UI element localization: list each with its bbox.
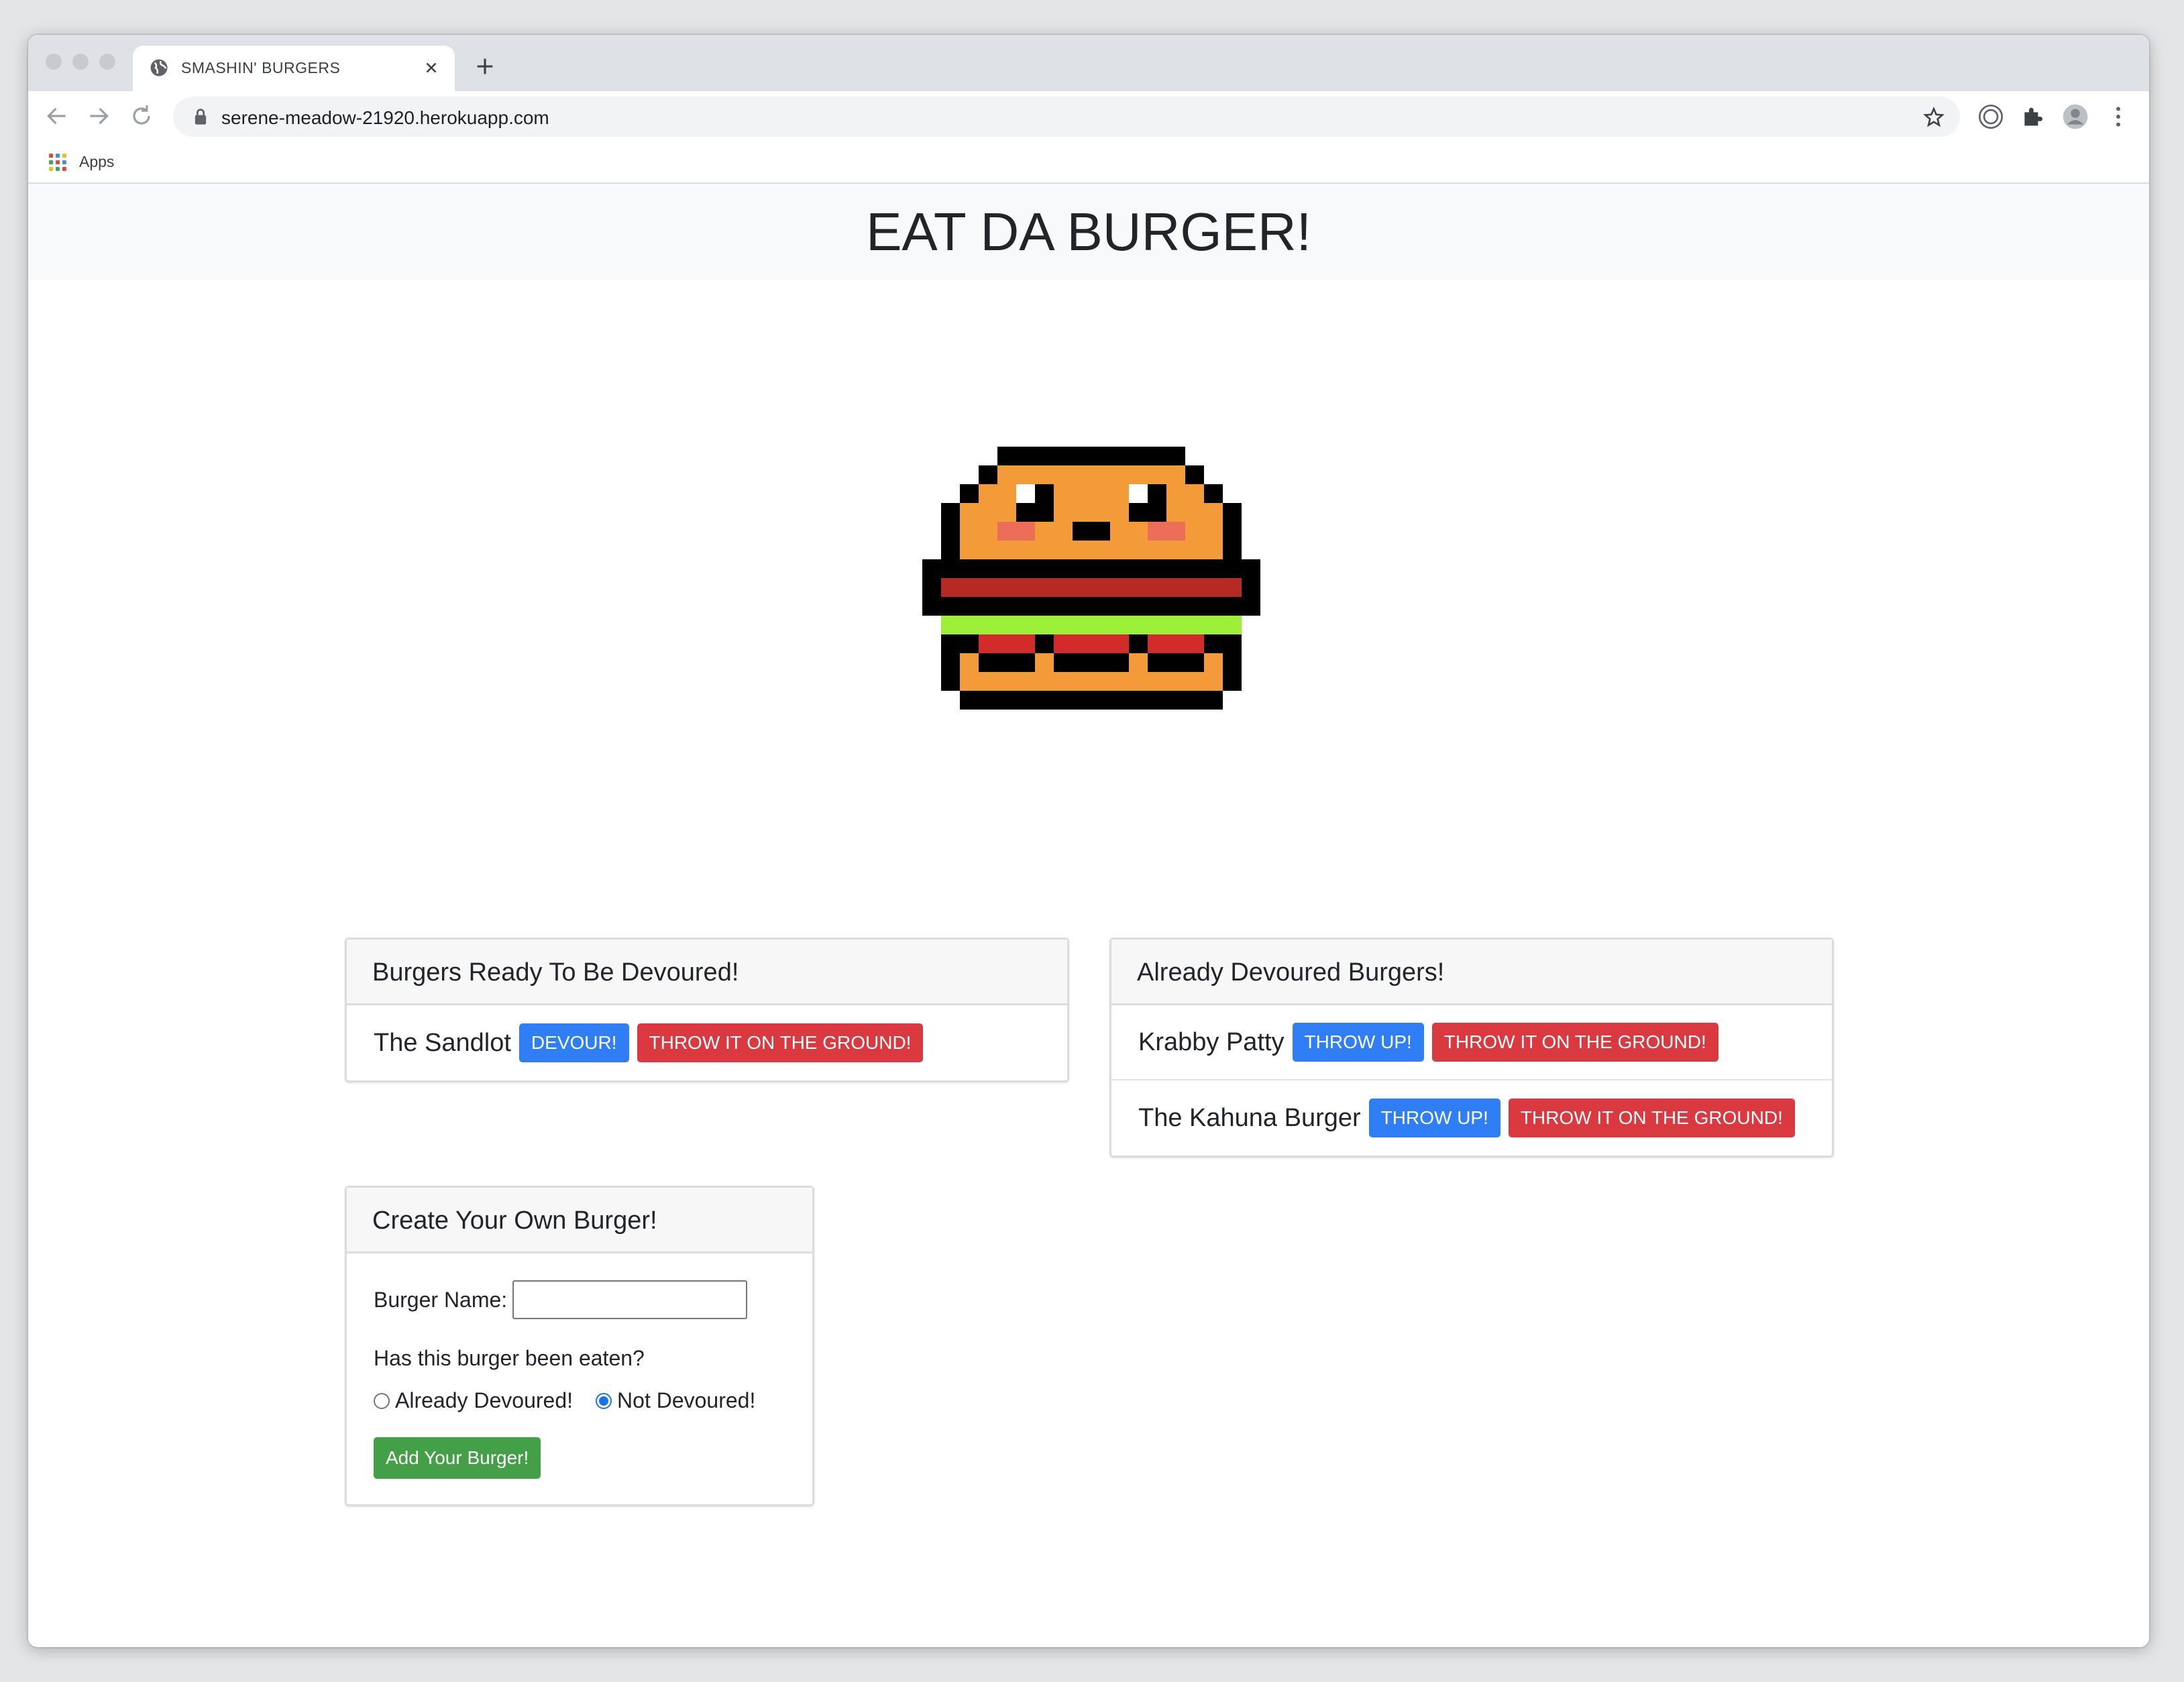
- devoured-radio[interactable]: [374, 1392, 390, 1409]
- reload-icon[interactable]: [129, 103, 154, 129]
- browser-menu-icon[interactable]: [2105, 103, 2132, 130]
- burger-name-label: Burger Name:: [374, 1287, 508, 1312]
- throw-on-ground-button[interactable]: THROW IT ON THE GROUND!: [1431, 1023, 1718, 1062]
- browser-toolbar: serene-meadow-21920.herokuapp.com: [28, 91, 2149, 141]
- maximize-window-dot[interactable]: [99, 54, 115, 70]
- submit-row: Add Your Burger!: [374, 1437, 785, 1479]
- page-title: EAT DA BURGER!: [866, 202, 1311, 262]
- forward-icon[interactable]: [86, 103, 111, 129]
- throw-on-ground-button[interactable]: THROW IT ON THE GROUND!: [637, 1023, 924, 1062]
- minimize-window-dot[interactable]: [72, 54, 89, 70]
- throw-on-ground-button[interactable]: THROW IT ON THE GROUND!: [1508, 1099, 1795, 1137]
- ready-burgers-card: Burgers Ready To Be Devoured! The Sandlo…: [345, 938, 1069, 1082]
- ready-burgers-title: Burgers Ready To Be Devoured!: [372, 958, 739, 987]
- extension-badge-icon[interactable]: [1977, 103, 2004, 130]
- burger-name: The Kahuna Burger: [1138, 1103, 1361, 1132]
- add-burger-button[interactable]: Add Your Burger!: [374, 1437, 541, 1479]
- extensions-puzzle-icon[interactable]: [2019, 103, 2046, 130]
- list-item: The Kahuna Burger THROW UP! THROW IT ON …: [1111, 1080, 1832, 1156]
- browser-window: SMASHIN' BURGERS serene-meadow-21920.her…: [28, 35, 2149, 1647]
- create-burger-card: Create Your Own Burger! Burger Name: Has…: [345, 1186, 814, 1506]
- burger-name-row: Burger Name:: [374, 1280, 785, 1319]
- page-content: EAT DA BURGER! Burgers Ready To Be Devou…: [28, 184, 2149, 1647]
- list-item: Krabby Patty THROW UP! THROW IT ON THE G…: [1111, 1005, 1832, 1080]
- not-devoured-radio-label[interactable]: Not Devoured!: [617, 1388, 755, 1413]
- create-burger-card-header: Create Your Own Burger!: [347, 1188, 812, 1253]
- devoured-burgers-title: Already Devoured Burgers!: [1137, 958, 1445, 987]
- close-window-dot[interactable]: [46, 54, 62, 70]
- ready-burgers-card-header: Burgers Ready To Be Devoured!: [347, 940, 1067, 1005]
- devoured-radio-label[interactable]: Already Devoured!: [395, 1388, 573, 1413]
- eaten-question: Has this burger been eaten?: [374, 1346, 785, 1371]
- throw-up-button[interactable]: THROW UP!: [1292, 1023, 1424, 1062]
- eaten-radio-group: Already Devoured! Not Devoured!: [374, 1388, 785, 1413]
- new-tab-icon[interactable]: [474, 55, 496, 78]
- url-text: serene-meadow-21920.herokuapp.com: [221, 107, 549, 128]
- back-icon[interactable]: [44, 103, 70, 129]
- lock-icon[interactable]: [192, 107, 209, 126]
- bookmark-star-icon[interactable]: [1922, 106, 1945, 129]
- devour-button[interactable]: DEVOUR!: [518, 1023, 629, 1062]
- create-burger-form: Burger Name: Has this burger been eaten?…: [347, 1253, 812, 1504]
- browser-tab[interactable]: SMASHIN' BURGERS: [133, 46, 455, 91]
- globe-icon: [150, 59, 168, 76]
- burger-name-input[interactable]: [512, 1280, 748, 1319]
- eaten-question-text: Has this burger been eaten?: [374, 1346, 645, 1370]
- bookmarks-bar: Apps: [28, 141, 2149, 184]
- address-bar[interactable]: serene-meadow-21920.herokuapp.com: [173, 97, 1960, 137]
- throw-up-button[interactable]: THROW UP!: [1368, 1099, 1500, 1137]
- tab-title: SMASHIN' BURGERS: [181, 59, 341, 76]
- list-item: The Sandlot DEVOUR! THROW IT ON THE GROU…: [347, 1005, 1067, 1080]
- devoured-burgers-card: Already Devoured Burgers! Krabby Patty T…: [1109, 938, 1834, 1158]
- burger-name: The Sandlot: [374, 1028, 511, 1057]
- pixel-burger-logo: [922, 447, 1260, 710]
- burger-name: Krabby Patty: [1138, 1027, 1285, 1056]
- close-tab-icon[interactable]: [423, 59, 440, 76]
- profile-avatar-icon[interactable]: [2062, 103, 2089, 130]
- apps-grid-icon[interactable]: [48, 153, 67, 172]
- create-burger-title: Create Your Own Burger!: [372, 1207, 657, 1235]
- devoured-burgers-card-header: Already Devoured Burgers!: [1111, 940, 1832, 1005]
- not-devoured-radio[interactable]: [596, 1392, 612, 1409]
- page-header: EAT DA BURGER!: [28, 184, 2149, 280]
- apps-bookmark[interactable]: Apps: [79, 153, 114, 171]
- browser-titlebar: SMASHIN' BURGERS: [28, 35, 2149, 91]
